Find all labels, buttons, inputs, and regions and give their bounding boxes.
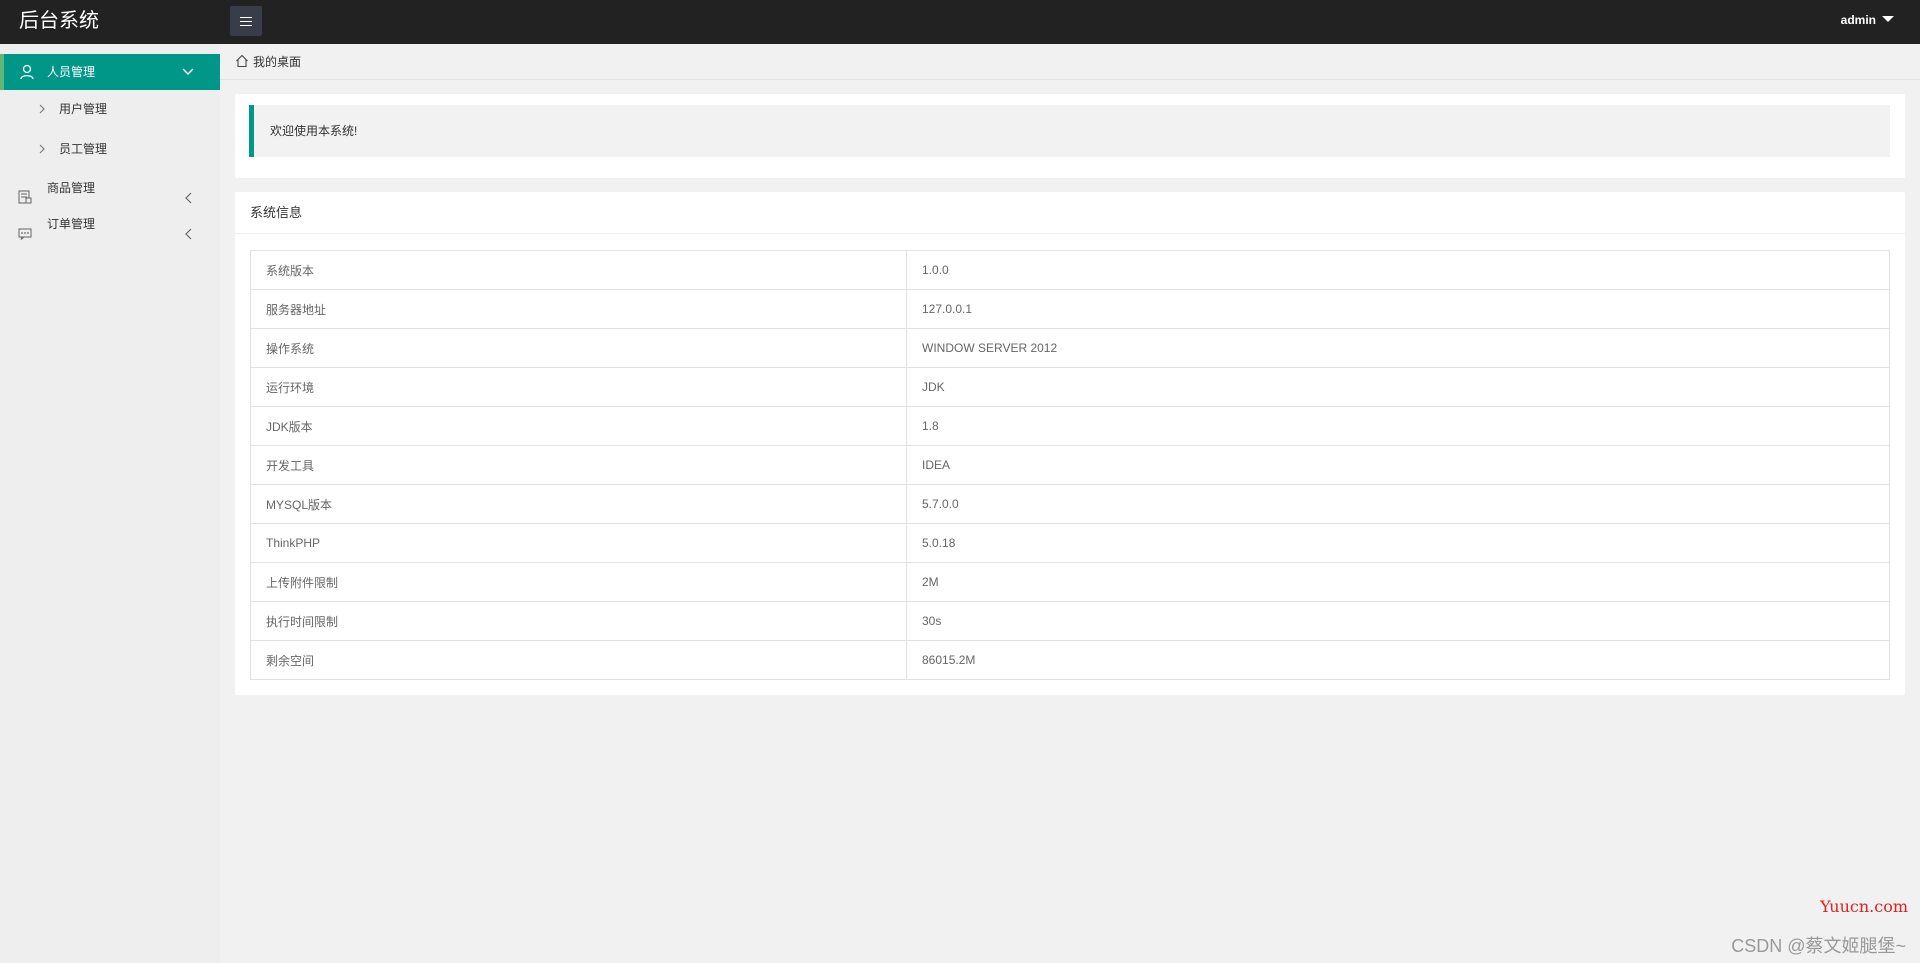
breadcrumb: 我的桌面: [220, 44, 1920, 80]
site-watermark: Yuucn.com: [1820, 897, 1908, 916]
welcome-message: 欢迎使用本系统!: [249, 105, 1890, 157]
chevron-left-icon: [184, 218, 192, 254]
info-value: 5.0.18: [906, 523, 1890, 563]
table-row: 操作系统 WINDOW SERVER 2012: [250, 328, 1890, 368]
info-value: JDK: [906, 367, 1890, 407]
home-icon[interactable]: [235, 54, 249, 71]
sidebar-item-products[interactable]: 商品管理: [0, 170, 220, 206]
table-row: JDK版本 1.8: [250, 406, 1890, 446]
table-row: 系统版本 1.0.0: [250, 250, 1890, 290]
sidebar-subitem-users[interactable]: 用户管理: [0, 91, 220, 127]
table-row: 剩余空间 86015.2M: [250, 640, 1890, 680]
info-key: 开发工具: [250, 445, 907, 485]
user-menu[interactable]: admin: [1841, 0, 1894, 44]
system-info-table: 系统版本 1.0.0 服务器地址 127.0.0.1 操作系统 WINDOW SERVER…: [250, 250, 1890, 680]
sidebar-subitem-label: 用户管理: [59, 102, 108, 116]
info-value: WINDOW SERVER 2012: [906, 328, 1890, 368]
info-value: 1.0.0: [906, 250, 1890, 290]
user-name: admin: [1840, 13, 1876, 27]
info-value: IDEA: [906, 445, 1890, 485]
info-value: 30s: [906, 601, 1890, 641]
sidebar-item-orders[interactable]: 订单管理: [0, 206, 220, 242]
app-logo[interactable]: 后台系统: [19, 0, 99, 44]
info-value: 2M: [906, 562, 1890, 602]
welcome-card: 欢迎使用本系统!: [235, 94, 1905, 178]
user-icon: [19, 64, 35, 83]
table-row: ThinkPHP 5.0.18: [250, 523, 1890, 563]
info-key: MYSQL版本: [250, 484, 907, 524]
info-key: 执行时间限制: [250, 601, 907, 641]
order-icon: [18, 218, 32, 254]
table-row: MYSQL版本 5.7.0.0: [250, 484, 1890, 524]
sidebar-subitem-label: 员工管理: [59, 142, 108, 156]
chevron-down-icon: [182, 66, 194, 80]
info-value: 5.7.0.0: [906, 484, 1890, 524]
info-key: 上传附件限制: [250, 562, 907, 602]
table-row: 运行环境 JDK: [250, 367, 1890, 407]
info-value: 86015.2M: [906, 640, 1890, 680]
system-info-title: 系统信息: [235, 192, 1905, 234]
info-key: 运行环境: [250, 367, 907, 407]
sidebar-item-label: 人员管理: [47, 65, 96, 79]
sidebar-item-label: 订单管理: [47, 217, 96, 231]
system-info-card: 系统信息 系统版本 1.0.0 服务器地址 127.0.0.1 操作系统 WINDOW S…: [235, 192, 1905, 695]
breadcrumb-desktop[interactable]: 我的桌面: [253, 44, 301, 80]
info-value: 1.8: [906, 406, 1890, 446]
info-key: JDK版本: [250, 406, 907, 446]
table-row: 开发工具 IDEA: [250, 445, 1890, 485]
table-row: 上传附件限制 2M: [250, 562, 1890, 602]
author-watermark: CSDN @蔡文姬腿堡~: [1731, 936, 1906, 956]
sidebar: 人员管理 用户管理 员工管理 商品管理 订单管理: [0, 44, 220, 963]
table-row: 执行时间限制 30s: [250, 601, 1890, 641]
info-key: ThinkPHP: [250, 523, 907, 563]
info-key: 服务器地址: [250, 289, 907, 329]
sidebar-subitem-employees[interactable]: 员工管理: [0, 131, 220, 167]
caret-down-icon: [1882, 15, 1894, 22]
info-key: 系统版本: [250, 250, 907, 290]
info-value: 127.0.0.1: [906, 289, 1890, 329]
sidebar-item-label: 商品管理: [47, 181, 96, 195]
menu-toggle-button[interactable]: [230, 6, 262, 36]
sidebar-item-personnel[interactable]: 人员管理: [0, 54, 220, 90]
info-key: 操作系统: [250, 328, 907, 368]
top-header: 后台系统 admin: [0, 0, 1920, 44]
info-key: 剩余空间: [250, 640, 907, 680]
table-row: 服务器地址 127.0.0.1: [250, 289, 1890, 329]
